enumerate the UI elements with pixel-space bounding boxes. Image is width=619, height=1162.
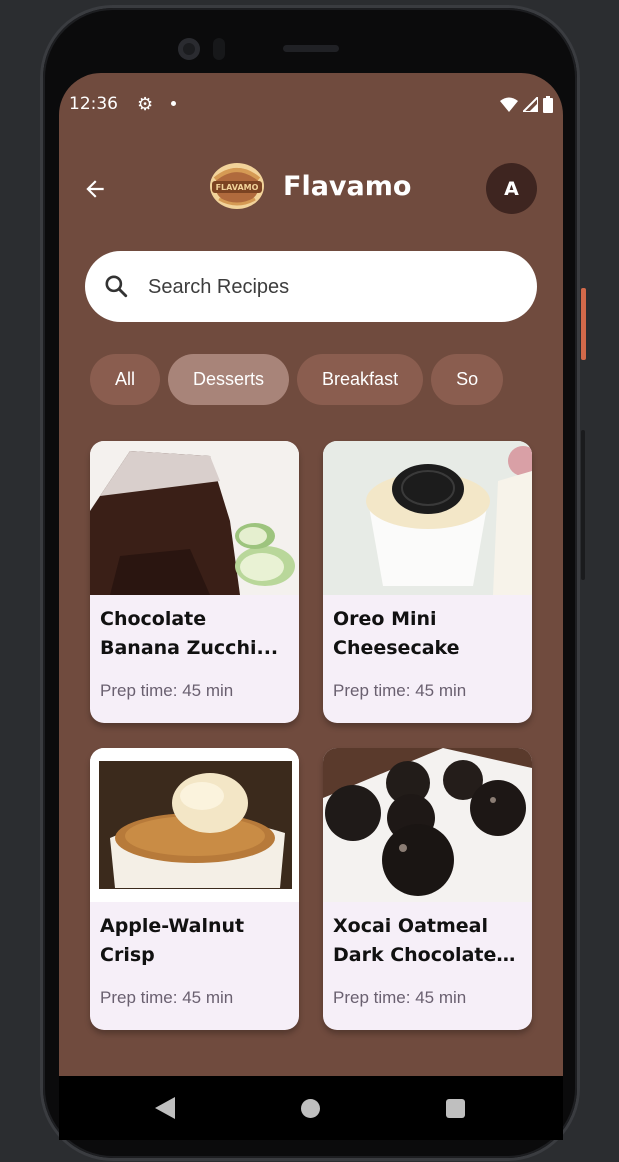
- recipe-card[interactable]: Xocai Oatmeal Dark Chocolate ... Prep ti…: [323, 748, 532, 1030]
- logo-text: FLAVAMO: [216, 183, 259, 192]
- recipe-prep-time: Prep time: 45 min: [100, 681, 234, 700]
- search-bar[interactable]: [85, 251, 537, 322]
- settings-gear-icon: ⚙: [137, 94, 154, 115]
- user-avatar[interactable]: A: [486, 163, 537, 214]
- nav-back-icon[interactable]: [155, 1097, 175, 1119]
- recipe-image-oreo-cheesecake: [323, 441, 532, 595]
- recipe-image-chocolate-clusters: [323, 748, 532, 902]
- sensor: [213, 38, 225, 60]
- recipe-card[interactable]: Chocolate Banana Zucchi... Prep time: 45…: [90, 441, 299, 723]
- recipe-prep-time: Prep time: 45 min: [100, 988, 234, 1007]
- recipe-image-apple-crisp: [90, 748, 299, 902]
- search-icon: [105, 275, 128, 298]
- app-title: Flavamo: [283, 171, 412, 202]
- notification-dot-icon: [171, 101, 176, 106]
- recipe-title: Apple-Walnut Crisp: [100, 915, 245, 966]
- status-time: 12:36: [69, 94, 118, 114]
- back-arrow-icon[interactable]: [79, 173, 111, 205]
- volume-button: [581, 430, 585, 580]
- nav-recents-icon[interactable]: [446, 1099, 465, 1118]
- wifi-icon: [500, 97, 518, 112]
- earpiece-speaker: [283, 45, 339, 52]
- category-chips: All Desserts Breakfast So: [90, 354, 537, 405]
- system-nav-bar: [59, 1076, 563, 1140]
- chip-all[interactable]: All: [90, 354, 161, 405]
- chip-breakfast[interactable]: Breakfast: [297, 354, 424, 405]
- search-input[interactable]: [146, 269, 510, 305]
- app-screen: 12:36 ⚙ FLAVAMO Flavamo A Search Recipes…: [59, 73, 563, 1140]
- chip-soups[interactable]: So: [431, 354, 504, 405]
- chip-desserts[interactable]: Desserts: [168, 354, 290, 405]
- battery-icon: [543, 96, 553, 113]
- cellular-signal-icon: [523, 97, 538, 112]
- recipe-prep-time: Prep time: 45 min: [333, 988, 467, 1007]
- recipe-card[interactable]: Oreo Mini Cheesecake Prep time: 45 min: [323, 441, 532, 723]
- recipe-title: Chocolate Banana Zucchi...: [100, 608, 279, 659]
- status-icons: [500, 96, 553, 113]
- app-bar: FLAVAMO Flavamo A: [59, 161, 563, 217]
- recipe-title: Oreo Mini Cheesecake: [333, 608, 460, 659]
- recipe-card[interactable]: Apple-Walnut Crisp Prep time: 45 min: [90, 748, 299, 1030]
- flavamo-logo: FLAVAMO: [209, 161, 265, 211]
- status-bar: 12:36 ⚙: [69, 94, 553, 116]
- recipe-image-chocolate-cake: [90, 441, 299, 595]
- nav-home-icon[interactable]: [301, 1099, 320, 1118]
- recipe-prep-time: Prep time: 45 min: [333, 681, 467, 700]
- recipe-title: Xocai Oatmeal Dark Chocolate ...: [333, 915, 497, 966]
- power-button: [581, 288, 586, 360]
- front-camera: [178, 38, 200, 60]
